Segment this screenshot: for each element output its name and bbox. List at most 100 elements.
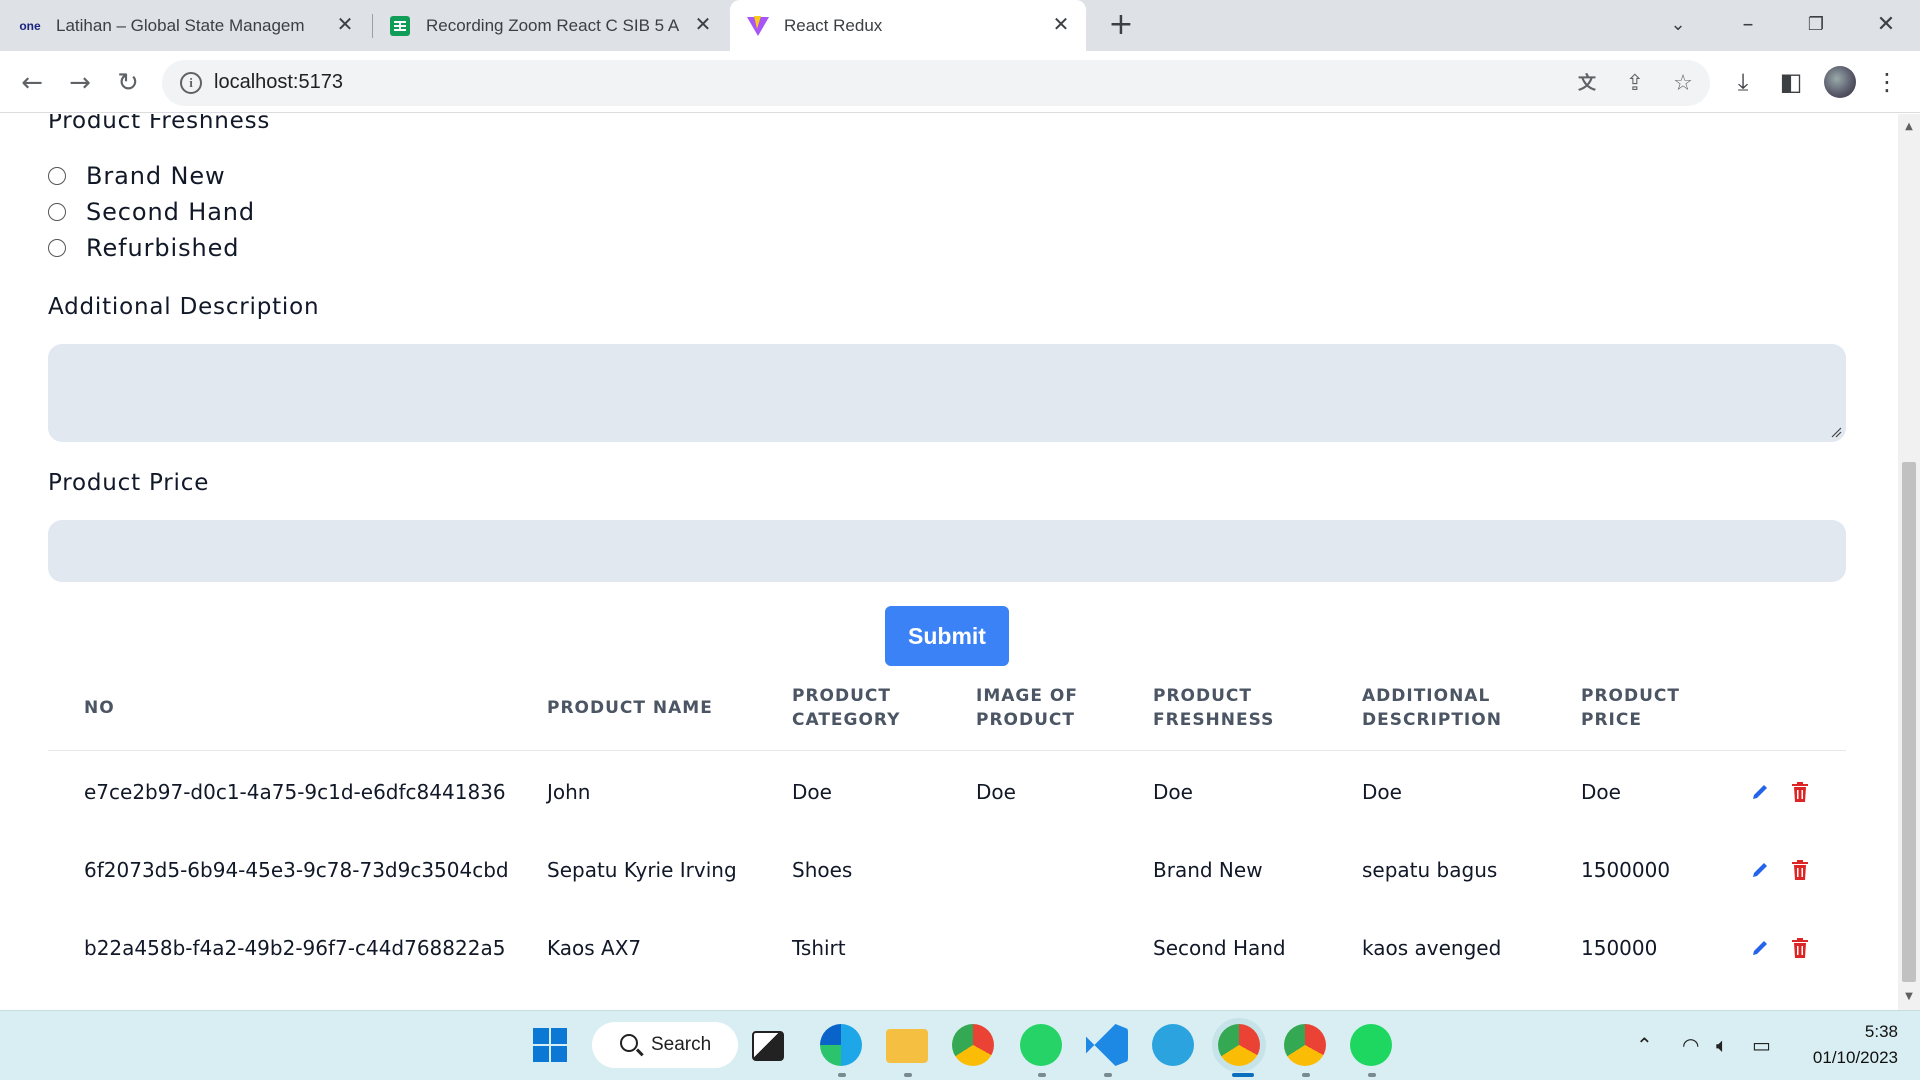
cell-no: b22a458b-f4a2-49b2-96f7-c44d768822a5 <box>84 936 506 960</box>
spotify-icon[interactable] <box>1350 1024 1392 1066</box>
tab-title: Recording Zoom React C SIB 5 A <box>426 15 680 35</box>
tab-react-redux[interactable]: React Redux ✕ <box>730 0 1086 51</box>
resize-handle-icon[interactable] <box>1830 426 1842 438</box>
cell-product-name: Sepatu Kyrie Irving <box>547 858 737 882</box>
close-tab-icon[interactable]: ✕ <box>1050 14 1072 36</box>
task-view-icon[interactable] <box>752 1031 784 1061</box>
chrome-second-profile-icon[interactable] <box>1284 1024 1326 1066</box>
edit-pencil-icon[interactable] <box>1750 860 1770 880</box>
search-icon <box>620 1034 638 1052</box>
back-icon[interactable]: ← <box>16 67 48 99</box>
tab-latihan[interactable]: one Latihan – Global State Managem ✕ <box>18 0 370 51</box>
side-panel-icon[interactable]: ◧ <box>1776 67 1806 97</box>
sheets-icon <box>388 14 412 38</box>
battery-icon[interactable]: ▭ <box>1752 1033 1771 1057</box>
tab-search-icon[interactable]: ⌄ <box>1658 8 1698 42</box>
cell-price: Doe <box>1581 780 1621 804</box>
delete-trash-icon[interactable] <box>1792 938 1808 958</box>
windows-taskbar: Search ⌃ ◠ 🔈︎ ▭ 5:38 01/10/2023 <box>0 1010 1920 1080</box>
active-indicator <box>1232 1073 1254 1077</box>
header-product-freshness: PRODUCT FRESHNESS <box>1153 686 1275 730</box>
reload-icon[interactable]: ↻ <box>112 67 144 99</box>
radio-label: Refurbished <box>86 234 240 262</box>
tab-recording[interactable]: Recording Zoom React C SIB 5 A ✕ <box>388 0 728 51</box>
volume-icon[interactable]: 🔈︎ <box>1716 1033 1728 1057</box>
chrome-profile-icon[interactable] <box>1218 1024 1260 1066</box>
table-header-divider <box>48 750 1846 751</box>
restore-icon[interactable]: ❐ <box>1796 8 1836 42</box>
cell-description: kaos avenged <box>1362 936 1502 960</box>
telegram-icon[interactable] <box>1152 1024 1194 1066</box>
share-icon[interactable]: ⇪ <box>1622 71 1648 97</box>
tab-divider <box>372 14 373 38</box>
site-info-icon[interactable]: i <box>180 72 202 94</box>
new-tab-button[interactable]: + <box>1104 9 1138 43</box>
radio-second-hand[interactable]: Second Hand <box>48 198 255 226</box>
minimize-icon[interactable]: – <box>1728 8 1768 42</box>
close-tab-icon[interactable]: ✕ <box>692 14 714 36</box>
cell-product-category: Shoes <box>792 858 853 882</box>
whatsapp-icon[interactable] <box>1020 1024 1062 1066</box>
url-text[interactable]: localhost:5173 <box>214 71 343 94</box>
header-product-name: PRODUCT NAME <box>547 698 713 718</box>
scroll-down-arrow-icon[interactable]: ▼ <box>1902 990 1916 1004</box>
radio-button[interactable] <box>48 203 66 221</box>
delete-trash-icon[interactable] <box>1792 782 1808 802</box>
address-bar[interactable]: i localhost:5173 文 ⇪ ☆ <box>162 60 1710 106</box>
cell-freshness: Second Hand <box>1153 936 1286 960</box>
profile-avatar[interactable] <box>1824 66 1856 98</box>
cell-freshness: Brand New <box>1153 858 1263 882</box>
bookmark-star-icon[interactable]: ☆ <box>1670 71 1696 97</box>
header-product-category: PRODUCT CATEGORY <box>792 686 901 730</box>
cell-product-name: John <box>547 780 591 804</box>
close-tab-icon[interactable]: ✕ <box>334 14 356 36</box>
search-label: Search <box>651 1034 712 1055</box>
menu-kebab-icon[interactable]: ⋮ <box>1872 67 1902 97</box>
cell-description: sepatu bagus <box>1362 858 1498 882</box>
description-textarea[interactable] <box>48 344 1846 442</box>
radio-brand-new[interactable]: Brand New <box>48 162 226 190</box>
cell-no: e7ce2b97-d0c1-4a75-9c1d-e6dfc8441836 <box>84 780 506 804</box>
price-label: Product Price <box>48 470 210 496</box>
price-input[interactable] <box>48 520 1846 582</box>
one-logo-icon: one <box>19 18 41 33</box>
chrome-icon[interactable] <box>952 1024 994 1066</box>
taskbar-clock[interactable]: 5:38 01/10/2023 <box>1813 1019 1898 1071</box>
cell-product-category: Tshirt <box>792 936 846 960</box>
close-window-icon[interactable]: ✕ <box>1866 8 1906 42</box>
vscode-icon[interactable] <box>1086 1024 1128 1066</box>
vite-icon <box>746 14 770 38</box>
tray-overflow-chevron-icon[interactable]: ⌃ <box>1636 1033 1653 1057</box>
radio-label: Second Hand <box>86 198 256 226</box>
submit-button[interactable]: Submit <box>885 606 1009 666</box>
edge-icon[interactable] <box>820 1024 862 1066</box>
running-indicator <box>1302 1073 1310 1077</box>
scrollbar-thumb[interactable] <box>1902 462 1916 982</box>
radio-label: Brand New <box>86 162 226 190</box>
header-no: NO <box>84 698 115 718</box>
running-indicator <box>904 1073 912 1077</box>
radio-refurbished[interactable]: Refurbished <box>48 234 239 262</box>
delete-trash-icon[interactable] <box>1792 860 1808 880</box>
wifi-icon[interactable]: ◠ <box>1682 1033 1699 1057</box>
download-icon[interactable]: ⤓ <box>1728 67 1758 97</box>
running-indicator <box>838 1073 846 1077</box>
edit-pencil-icon[interactable] <box>1750 938 1770 958</box>
radio-button[interactable] <box>48 167 66 185</box>
header-additional-description: ADDITIONAL DESCRIPTION <box>1362 686 1502 730</box>
translate-icon[interactable]: 文 <box>1574 71 1600 97</box>
cell-price: 150000 <box>1581 936 1658 960</box>
edit-pencil-icon[interactable] <box>1750 782 1770 802</box>
browser-toolbar: ← → ↻ i localhost:5173 文 ⇪ ☆ ⤓ ◧ ⋮ <box>0 51 1920 113</box>
file-explorer-icon[interactable] <box>886 1029 928 1063</box>
cell-no: 6f2073d5-6b94-45e3-9c78-73d9c3504cbd <box>84 858 509 882</box>
taskbar-search[interactable]: Search <box>592 1022 738 1068</box>
tab-strip: one Latihan – Global State Managem ✕ Rec… <box>0 0 1920 51</box>
radio-button[interactable] <box>48 239 66 257</box>
running-indicator <box>1368 1073 1376 1077</box>
description-label: Additional Description <box>48 294 320 320</box>
forward-icon[interactable]: → <box>64 67 96 99</box>
clock-time: 5:38 <box>1864 1022 1898 1041</box>
windows-start-icon[interactable] <box>532 1027 568 1063</box>
scroll-up-arrow-icon[interactable]: ▲ <box>1902 120 1916 134</box>
